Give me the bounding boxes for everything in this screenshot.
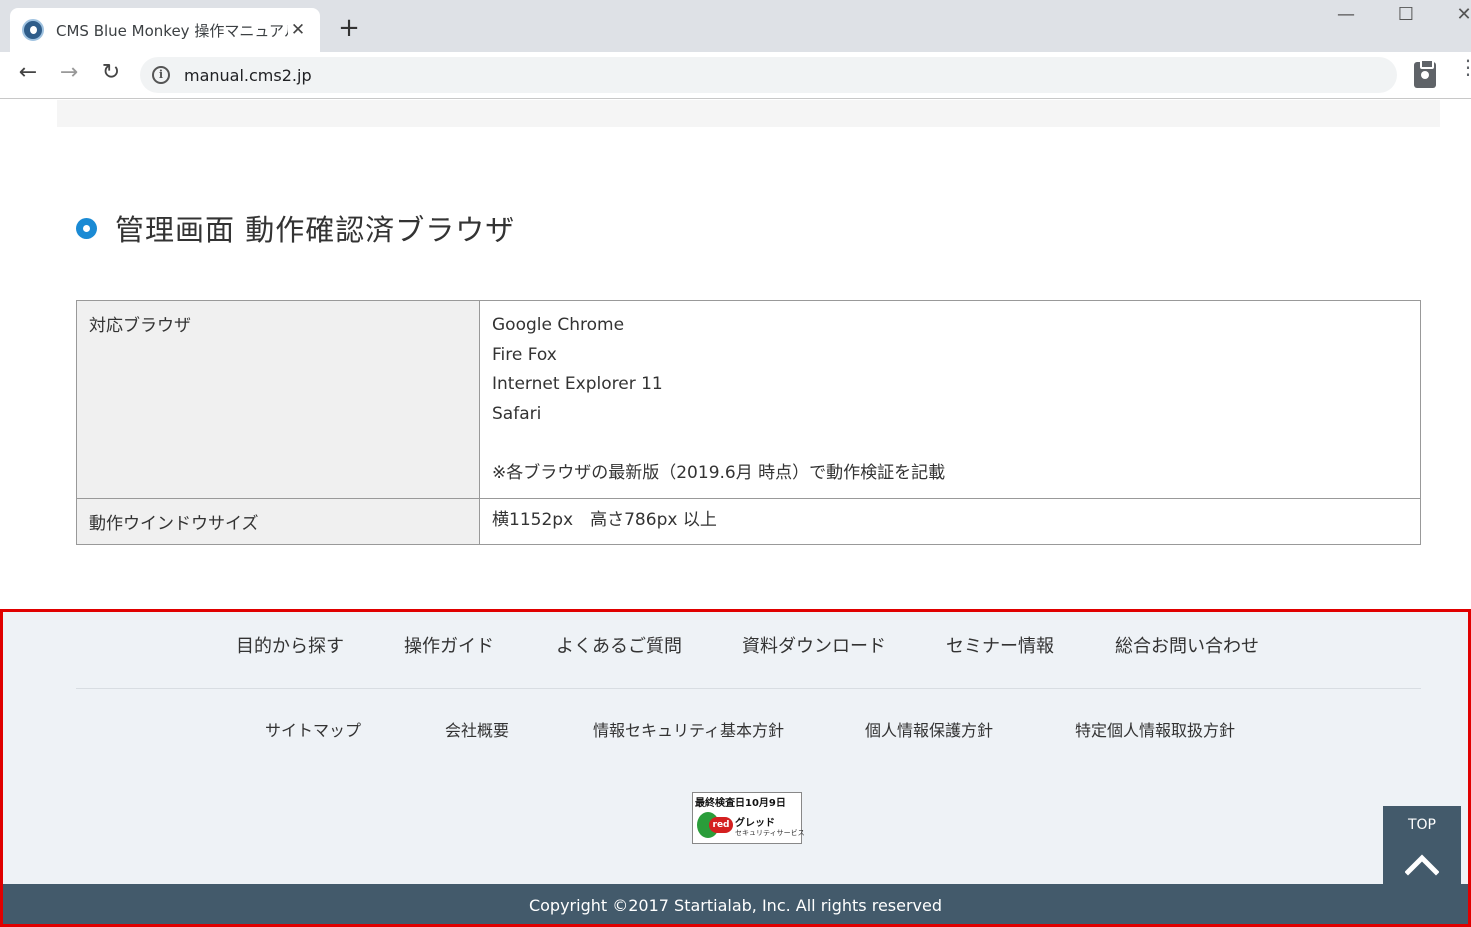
content-top-band [57, 100, 1440, 127]
browser-item: Fire Fox [492, 344, 557, 365]
badge-name: グレッド [735, 818, 775, 829]
copyright-bar: Copyright ©2017 Startialab, Inc. All rig… [3, 884, 1468, 924]
gred-logo-icon: red [697, 810, 733, 840]
browser-item: Internet Explorer 11 [492, 374, 663, 394]
browser-spec-table: 対応ブラウザ Google Chrome Fire Fox Internet E… [76, 300, 1421, 545]
heading-bullet-icon [76, 217, 97, 239]
badge-subtitle: セキュリティサービス [735, 829, 805, 837]
tab-title: CMS Blue Monkey 操作マニュアル [56, 21, 288, 40]
browser-tab-bar: CMS Blue Monkey 操作マニュアル ✕ + — ☐ ✕ [0, 0, 1471, 52]
footer-link-faq[interactable]: よくあるご質問 [556, 632, 682, 658]
chevron-up-icon [1405, 854, 1439, 876]
new-tab-button[interactable]: + [336, 14, 362, 42]
browser-item: Google Chrome [492, 315, 625, 335]
tab-close-icon[interactable]: ✕ [288, 20, 308, 40]
section-heading-text: 管理画面 動作確認済ブラウザ [115, 213, 516, 247]
site-favicon-icon [22, 19, 44, 41]
footer-link-security-policy[interactable]: 情報セキュリティ基本方針 [593, 717, 784, 741]
table-value-window-size: 横1152px 高さ786px 以上 [479, 498, 1421, 545]
back-to-top-button[interactable]: TOP [1383, 806, 1461, 884]
table-label-browsers: 対応ブラウザ [76, 300, 480, 499]
forward-arrow-icon[interactable]: → [54, 58, 84, 88]
badge-logo-text: red [709, 817, 733, 833]
browser-note: ※各ブラウザの最新版（2019.6月 時点）で動作検証を記載 [492, 462, 946, 483]
window-maximize-button[interactable]: ☐ [1392, 4, 1420, 25]
footer-link-privacy-policy[interactable]: 個人情報保護方針 [865, 717, 993, 741]
browser-menu-icon[interactable]: ⋮ [1458, 57, 1471, 77]
table-row: 動作ウインドウサイズ 横1152px 高さ786px 以上 [76, 498, 1421, 545]
footer-link-guide[interactable]: 操作ガイド [404, 632, 494, 658]
footer-link-contact[interactable]: 総合お問い合わせ [1115, 632, 1259, 658]
badge-date: 最終検査日10月9日 [695, 798, 786, 809]
copyright-text: Copyright ©2017 Startialab, Inc. All rig… [528, 896, 943, 915]
reload-icon[interactable]: ↻ [96, 58, 126, 88]
url-text[interactable]: manual.cms2.jp [184, 66, 312, 85]
footer-link-sitemap[interactable]: サイトマップ [265, 717, 361, 741]
section-heading: 管理画面 動作確認済ブラウザ [76, 205, 515, 251]
window-close-button[interactable]: ✕ [1450, 4, 1471, 25]
footer-divider [76, 688, 1421, 689]
address-bar[interactable]: i manual.cms2.jp [140, 57, 1397, 93]
browser-item: Safari [492, 403, 542, 424]
footer-primary-nav: 目的から探す 操作ガイド よくあるご質問 資料ダウンロード セミナー情報 総合お… [3, 632, 1468, 666]
footer-highlight-region: 目的から探す 操作ガイド よくあるご質問 資料ダウンロード セミナー情報 総合お… [0, 609, 1471, 927]
browser-toolbar: ← → ↻ i manual.cms2.jp ⋮ [0, 52, 1471, 99]
window-minimize-button[interactable]: — [1332, 4, 1360, 25]
site-info-icon[interactable]: i [152, 66, 170, 84]
footer-secondary-nav: サイトマップ 会社概要 情報セキュリティ基本方針 個人情報保護方針 特定個人情報… [3, 717, 1468, 743]
footer-link-company[interactable]: 会社概要 [445, 717, 509, 741]
footer-link-downloads[interactable]: 資料ダウンロード [742, 632, 886, 658]
table-row: 対応ブラウザ Google Chrome Fire Fox Internet E… [76, 300, 1421, 499]
security-badge[interactable]: 最終検査日10月9日 red グレッド セキュリティサービス [692, 792, 805, 844]
clipboard-icon[interactable] [1414, 59, 1436, 88]
table-label-window-size: 動作ウインドウサイズ [76, 498, 480, 545]
footer-link-purpose[interactable]: 目的から探す [236, 632, 344, 658]
table-value-browsers: Google Chrome Fire Fox Internet Explorer… [479, 300, 1421, 499]
top-label: TOP [1407, 817, 1436, 833]
back-arrow-icon[interactable]: ← [13, 58, 43, 88]
browser-tab[interactable]: CMS Blue Monkey 操作マニュアル ✕ [10, 8, 320, 52]
footer-link-seminar[interactable]: セミナー情報 [946, 632, 1054, 658]
footer-link-specific-privacy[interactable]: 特定個人情報取扱方針 [1075, 717, 1235, 741]
